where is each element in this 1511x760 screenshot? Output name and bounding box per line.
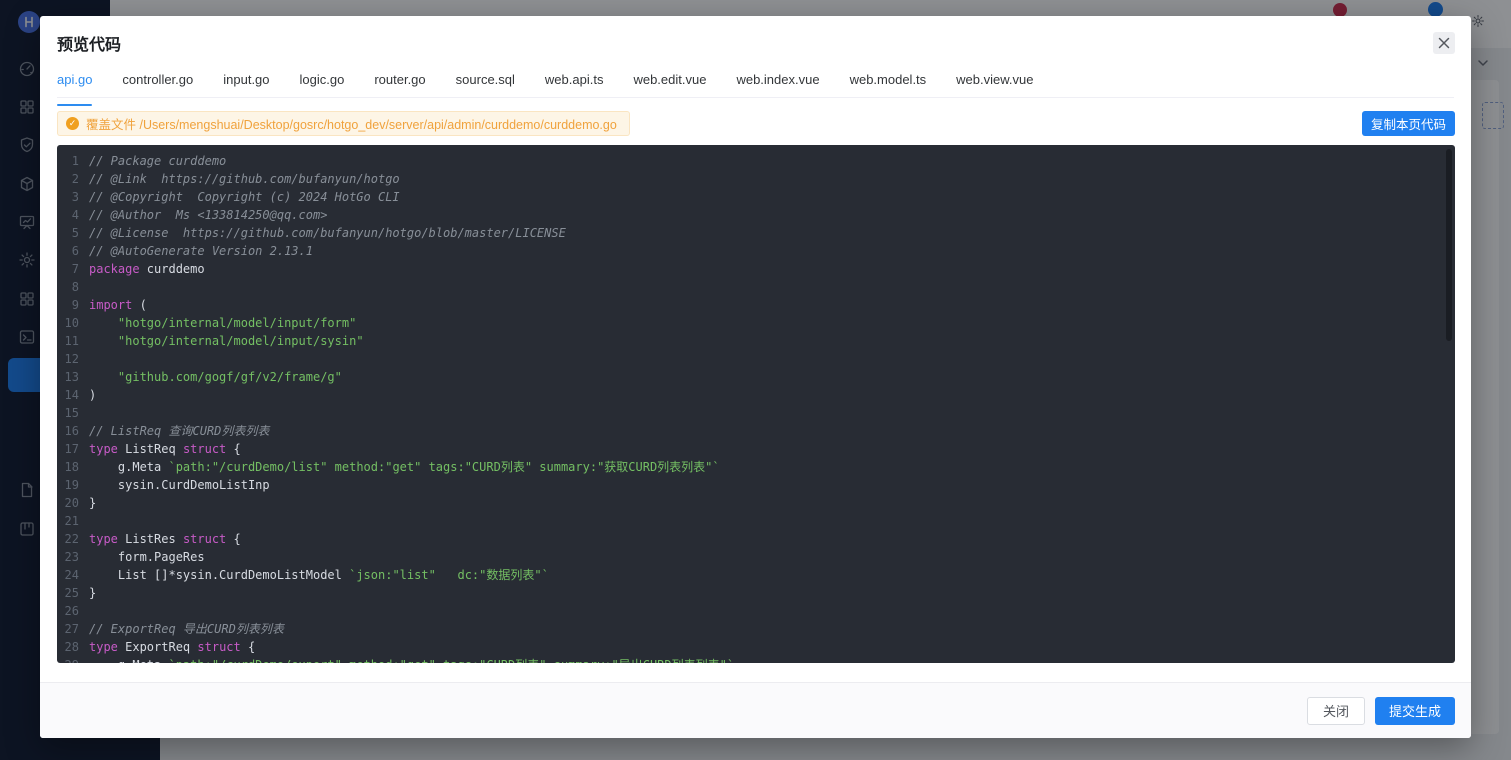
tab-web.edit.vue[interactable]: web.edit.vue	[633, 70, 706, 97]
tab-source.sql[interactable]: source.sql	[456, 70, 515, 97]
close-icon	[1438, 37, 1450, 49]
code-line: 19 sysin.CurdDemoListInp	[57, 476, 1455, 494]
code-line: 18 g.Meta `path:"/curdDemo/list" method:…	[57, 458, 1455, 476]
tab-web.view.vue[interactable]: web.view.vue	[956, 70, 1033, 97]
code-line: 8	[57, 278, 1455, 296]
code-line: 21	[57, 512, 1455, 530]
modal-footer: 关闭 提交生成	[40, 682, 1471, 738]
code-line: 28type ExportReq struct {	[57, 638, 1455, 656]
modal-title: 预览代码	[57, 31, 121, 55]
code-line: 23 form.PageRes	[57, 548, 1455, 566]
file-tabs: api.go controller.go input.go logic.go route…	[57, 70, 1454, 98]
tab-input.go[interactable]: input.go	[223, 70, 269, 97]
code-line: 13 "github.com/gogf/gf/v2/frame/g"	[57, 368, 1455, 386]
code-scrollbar-thumb[interactable]	[1446, 149, 1452, 341]
code-line: 4// @Author Ms <133814250@qq.com>	[57, 206, 1455, 224]
code-line: 10 "hotgo/internal/model/input/form"	[57, 314, 1455, 332]
tab-router.go[interactable]: router.go	[374, 70, 425, 97]
code-line: 11 "hotgo/internal/model/input/sysin"	[57, 332, 1455, 350]
code-line: 3// @Copyright Copyright (c) 2024 HotGo …	[57, 188, 1455, 206]
code-line: 20}	[57, 494, 1455, 512]
code-line: 12	[57, 350, 1455, 368]
tab-api.go[interactable]: api.go	[57, 70, 92, 97]
close-button[interactable]	[1433, 32, 1455, 54]
code-line: 9import (	[57, 296, 1455, 314]
code-line: 17type ListReq struct {	[57, 440, 1455, 458]
overwrite-file-alert: ✓ 覆盖文件 /Users/mengshuai/Desktop/gosrc/ho…	[57, 111, 630, 136]
submit-generate-button[interactable]: 提交生成	[1375, 697, 1455, 725]
alert-row: ✓ 覆盖文件 /Users/mengshuai/Desktop/gosrc/ho…	[57, 111, 1455, 136]
check-circle-icon: ✓	[66, 117, 79, 130]
code-line: 29 g.Meta `path:"/curdDemo/export" metho…	[57, 656, 1455, 663]
tab-web.model.ts[interactable]: web.model.ts	[850, 70, 927, 97]
preview-code-modal: 预览代码 api.go controller.go input.go logic.go…	[40, 16, 1471, 738]
code-line: 16// ListReq 查询CURD列表列表	[57, 422, 1455, 440]
code-line: 25}	[57, 584, 1455, 602]
modal-header: 预览代码	[40, 16, 1471, 70]
screen: 预览代码 api.go controller.go input.go logic.go…	[0, 0, 1511, 760]
code-content: 1// Package curddemo2// @Link https://gi…	[57, 145, 1455, 663]
copy-page-code-button[interactable]: 复制本页代码	[1362, 111, 1455, 136]
tab-web.api.ts[interactable]: web.api.ts	[545, 70, 604, 97]
code-line: 5// @License https://github.com/bufanyun…	[57, 224, 1455, 242]
tab-web.index.vue[interactable]: web.index.vue	[736, 70, 819, 97]
code-line: 14)	[57, 386, 1455, 404]
code-line: 2// @Link https://github.com/bufanyun/ho…	[57, 170, 1455, 188]
code-line: 27// ExportReq 导出CURD列表列表	[57, 620, 1455, 638]
tab-controller.go[interactable]: controller.go	[122, 70, 193, 97]
code-line: 7package curddemo	[57, 260, 1455, 278]
close-modal-button[interactable]: 关闭	[1307, 697, 1365, 725]
code-line: 26	[57, 602, 1455, 620]
tab-logic.go[interactable]: logic.go	[300, 70, 345, 97]
code-line: 6// @AutoGenerate Version 2.13.1	[57, 242, 1455, 260]
overwrite-file-text: 覆盖文件 /Users/mengshuai/Desktop/gosrc/hotg…	[86, 114, 617, 133]
code-line: 24 List []*sysin.CurdDemoListModel `json…	[57, 566, 1455, 584]
code-line: 15	[57, 404, 1455, 422]
code-line: 1// Package curddemo	[57, 152, 1455, 170]
code-editor: 1// Package curddemo2// @Link https://gi…	[57, 145, 1455, 663]
code-line: 22type ListRes struct {	[57, 530, 1455, 548]
